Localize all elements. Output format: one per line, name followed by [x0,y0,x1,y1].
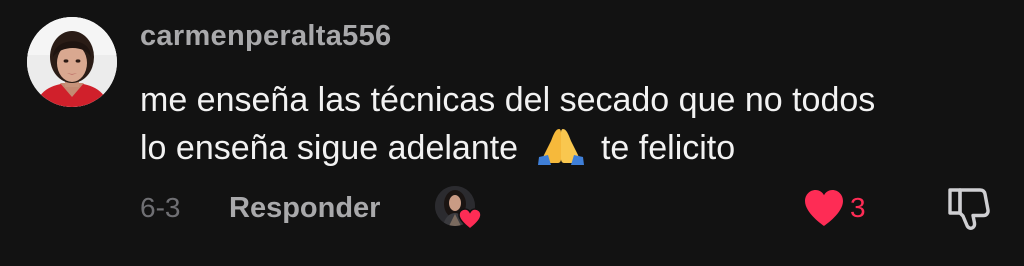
comment-actions-row: 6-3 Responder 3 [0,182,1024,238]
comment-text-line-1: me enseña las técnicas del secado que no… [140,81,876,119]
folded-hands-emoji [536,125,586,165]
comment-text-segment: lo enseña sigue adelante [140,129,528,167]
comment-date: 6-3 [140,192,181,223]
comment-text-segment: te felicito [591,129,736,167]
thumbs-down-icon [948,188,990,230]
comment-text-line-2: lo enseña sigue adelante te felicito [140,124,1000,172]
heart-filled-icon [458,208,482,230]
liked-by-creator-badge [435,186,485,232]
like-count: 3 [850,192,866,223]
like-button[interactable] [803,188,845,228]
dislike-button[interactable] [944,186,992,232]
comment-item: carmenperalta556 me enseña las técnicas … [0,0,1024,266]
comment-text: me enseña las técnicas del secado que no… [140,76,1000,172]
commenter-avatar[interactable] [27,17,117,107]
reply-button[interactable]: Responder [229,192,380,225]
avatar-photo-icon [27,17,117,107]
commenter-username[interactable]: carmenperalta556 [140,20,391,53]
heart-filled-icon [805,190,843,226]
